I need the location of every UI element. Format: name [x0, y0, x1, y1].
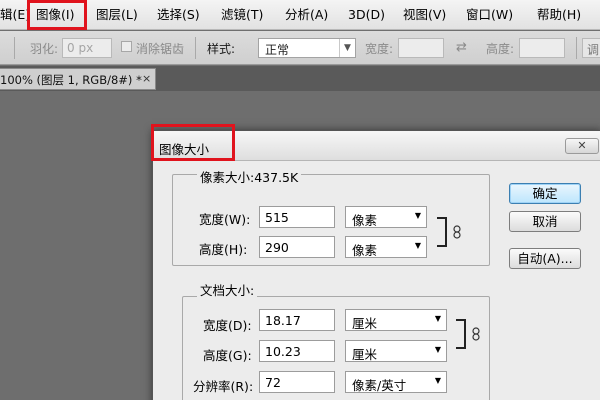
- dialog-title: 图像大小: [159, 142, 210, 157]
- height-label: 高度:: [486, 42, 515, 56]
- resolution-label: 分辨率(R):: [193, 379, 254, 394]
- menu-window[interactable]: 窗口(W): [466, 6, 513, 24]
- pixel-width-unit-select[interactable]: 像素 ▼: [345, 206, 427, 228]
- dialog-titlebar[interactable]: 图像大小 ✕: [153, 131, 600, 161]
- style-label: 样式:: [207, 42, 236, 56]
- feather-label: 羽化:: [30, 42, 59, 56]
- menu-select[interactable]: 选择(S): [157, 6, 200, 24]
- auto-button[interactable]: 自动(A)...: [509, 248, 581, 269]
- menu-bar: 辑(E) 图像(I) 图层(L) 选择(S) 滤镜(T) 分析(A) 3D(D)…: [0, 0, 600, 30]
- doc-width-input[interactable]: 18.17: [259, 309, 335, 331]
- chevron-down-icon: ▼: [434, 345, 441, 354]
- constrain-bracket: [456, 319, 466, 349]
- width-label: 宽度:: [365, 42, 394, 56]
- doc-height-input[interactable]: 10.23: [259, 340, 335, 362]
- document-tab[interactable]: 100% (图层 1, RGB/8#) * ×: [0, 68, 156, 90]
- menu-edit[interactable]: 辑(E): [0, 6, 30, 24]
- swap-icon[interactable]: ⇄: [456, 40, 467, 55]
- pixel-height-label: 高度(H):: [199, 242, 248, 257]
- document-tab-bar: 100% (图层 1, RGB/8#) * ×: [0, 66, 600, 91]
- pixel-dimensions-label: 像素大小:437.5K: [197, 167, 302, 186]
- image-size-dialog: 图像大小 ✕ 像素大小:437.5K 宽度(W): 515 像素 ▼ 高度(H)…: [152, 130, 600, 400]
- close-icon[interactable]: ✕: [565, 138, 599, 154]
- doc-height-label: 高度(G):: [203, 348, 252, 363]
- feather-input[interactable]: 0 px: [62, 38, 112, 58]
- menu-image[interactable]: 图像(I): [36, 6, 74, 24]
- chain-link-icon: [453, 225, 461, 239]
- resolution-input[interactable]: 72: [259, 371, 335, 393]
- chevron-down-icon: ▼: [434, 314, 441, 323]
- doc-height-unit-select[interactable]: 厘米 ▼: [345, 340, 447, 362]
- resolution-unit-select[interactable]: 像素/英寸 ▼: [345, 371, 447, 393]
- options-separator: [14, 37, 15, 59]
- pixel-width-label: 宽度(W):: [199, 212, 251, 227]
- options-separator: [195, 37, 196, 59]
- antialias-label: 消除锯齿: [136, 42, 185, 56]
- ok-button[interactable]: 确定: [509, 183, 581, 204]
- chain-link-icon: [472, 327, 480, 341]
- menu-view[interactable]: 视图(V): [403, 6, 446, 24]
- menu-filter[interactable]: 滤镜(T): [221, 6, 263, 24]
- menu-analysis[interactable]: 分析(A): [285, 6, 328, 24]
- options-bar: 羽化: 0 px 消除锯齿 样式: 正常 ▼ 宽度: ⇄ 高度: 调: [0, 31, 600, 65]
- menu-layer[interactable]: 图层(L): [96, 6, 138, 24]
- close-icon[interactable]: ×: [142, 72, 151, 85]
- menu-3d[interactable]: 3D(D): [348, 6, 385, 24]
- style-select[interactable]: 正常 ▼: [258, 38, 356, 58]
- chevron-down-icon: ▼: [414, 241, 421, 250]
- chevron-down-icon: ▼: [434, 376, 441, 385]
- width-input[interactable]: [398, 38, 444, 58]
- pixel-width-input[interactable]: 515: [259, 206, 335, 228]
- height-input[interactable]: [519, 38, 565, 58]
- cancel-button[interactable]: 取消: [509, 211, 581, 232]
- constrain-bracket: [437, 217, 447, 247]
- antialias-checkbox[interactable]: [121, 41, 132, 52]
- options-separator: [576, 37, 577, 59]
- menu-help[interactable]: 帮助(H): [537, 6, 581, 24]
- document-size-label: 文档大小:: [197, 280, 258, 299]
- refine-edge-button[interactable]: 调: [582, 38, 600, 58]
- document-tab-label: 100% (图层 1, RGB/8#) *: [0, 73, 142, 87]
- doc-width-label: 宽度(D):: [203, 318, 252, 333]
- pixel-height-input[interactable]: 290: [259, 236, 335, 258]
- chevron-down-icon: ▼: [339, 39, 355, 57]
- pixel-height-unit-select[interactable]: 像素 ▼: [345, 236, 427, 258]
- doc-width-unit-select[interactable]: 厘米 ▼: [345, 309, 447, 331]
- chevron-down-icon: ▼: [414, 211, 421, 220]
